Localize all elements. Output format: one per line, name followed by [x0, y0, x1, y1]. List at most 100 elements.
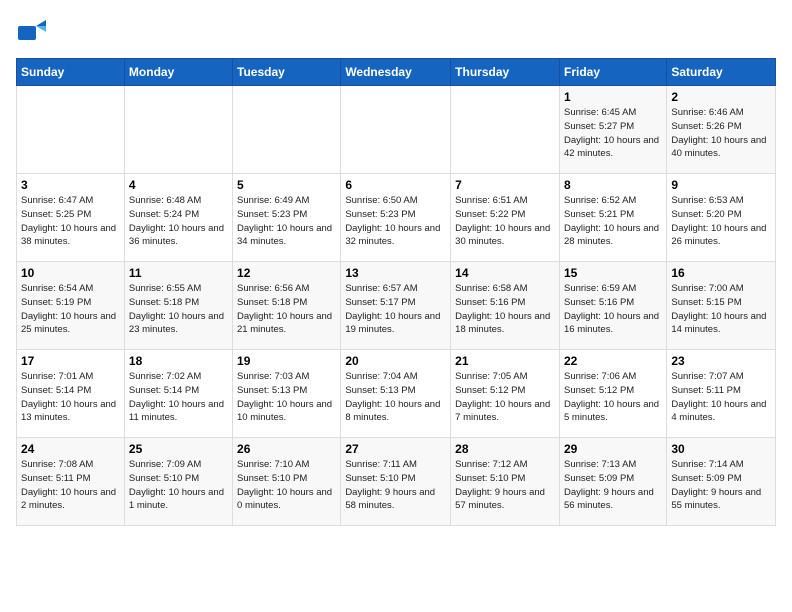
- weekday-header-row: SundayMondayTuesdayWednesdayThursdayFrid…: [17, 59, 776, 86]
- day-number: 12: [237, 266, 336, 280]
- calendar-cell: 6 Sunrise: 6:50 AM Sunset: 5:23 PM Daylig…: [341, 174, 451, 262]
- calendar-cell: 20Sunrise: 7:04 AM Sunset: 5:13 PM Dayli…: [341, 350, 451, 438]
- weekday-header-friday: Friday: [559, 59, 666, 86]
- weekday-header-wednesday: Wednesday: [341, 59, 451, 86]
- day-info: Sunrise: 6:59 AM Sunset: 5:16 PM Dayligh…: [564, 282, 662, 337]
- day-info: Sunrise: 7:12 AM Sunset: 5:10 PM Dayligh…: [455, 458, 555, 513]
- calendar-cell: 23 Sunrise: 7:07 AM Sunset: 5:11 PM Dayli…: [667, 350, 776, 438]
- logo: [16, 16, 52, 48]
- calendar-cell: 21 Sunrise: 7:05 AM Sunset: 5:12 PM Dayli…: [451, 350, 560, 438]
- calendar-cell: 16Sunrise: 7:00 AM Sunset: 5:15 PM Dayli…: [667, 262, 776, 350]
- day-number: 30: [671, 442, 771, 456]
- day-info: Sunrise: 6:46 AM Sunset: 5:26 PM Dayligh…: [671, 106, 771, 161]
- calendar-week-row: 10 Sunrise: 6:54 AM Sunset: 5:19 PM Dayli…: [17, 262, 776, 350]
- calendar-week-row: 17 Sunrise: 7:01 AM Sunset: 5:14 PM Dayli…: [17, 350, 776, 438]
- day-number: 8: [564, 178, 662, 192]
- day-number: 6: [345, 178, 446, 192]
- calendar-week-row: 1 Sunrise: 6:45 AM Sunset: 5:27 PM Daylig…: [17, 86, 776, 174]
- calendar-cell: 29 Sunrise: 7:13 AM Sunset: 5:09 PM Dayli…: [559, 438, 666, 526]
- day-number: 10: [21, 266, 120, 280]
- day-info: Sunrise: 7:11 AM Sunset: 5:10 PM Dayligh…: [345, 458, 446, 513]
- weekday-header-tuesday: Tuesday: [233, 59, 341, 86]
- calendar-cell: 7 Sunrise: 6:51 AM Sunset: 5:22 PM Daylig…: [451, 174, 560, 262]
- calendar-cell: 13 Sunrise: 6:57 AM Sunset: 5:17 PM Dayli…: [341, 262, 451, 350]
- day-info: Sunrise: 6:58 AM Sunset: 5:16 PM Dayligh…: [455, 282, 555, 337]
- calendar-cell: 14 Sunrise: 6:58 AM Sunset: 5:16 PM Dayli…: [451, 262, 560, 350]
- day-number: 21: [455, 354, 555, 368]
- day-info: Sunrise: 7:06 AM Sunset: 5:12 PM Dayligh…: [564, 370, 662, 425]
- day-info: Sunrise: 6:50 AM Sunset: 5:23 PM Dayligh…: [345, 194, 446, 249]
- day-info: Sunrise: 7:14 AM Sunset: 5:09 PM Dayligh…: [671, 458, 771, 513]
- day-info: Sunrise: 7:08 AM Sunset: 5:11 PM Dayligh…: [21, 458, 120, 513]
- day-info: Sunrise: 6:57 AM Sunset: 5:17 PM Dayligh…: [345, 282, 446, 337]
- day-number: 27: [345, 442, 446, 456]
- calendar-cell: 1 Sunrise: 6:45 AM Sunset: 5:27 PM Daylig…: [559, 86, 666, 174]
- day-info: Sunrise: 6:56 AM Sunset: 5:18 PM Dayligh…: [237, 282, 336, 337]
- day-number: 9: [671, 178, 771, 192]
- day-number: 2: [671, 90, 771, 104]
- day-info: Sunrise: 7:13 AM Sunset: 5:09 PM Dayligh…: [564, 458, 662, 513]
- weekday-header-saturday: Saturday: [667, 59, 776, 86]
- calendar-cell: 3 Sunrise: 6:47 AM Sunset: 5:25 PM Daylig…: [17, 174, 125, 262]
- calendar-week-row: 3 Sunrise: 6:47 AM Sunset: 5:25 PM Daylig…: [17, 174, 776, 262]
- day-number: 7: [455, 178, 555, 192]
- calendar-cell: 17 Sunrise: 7:01 AM Sunset: 5:14 PM Dayli…: [17, 350, 125, 438]
- day-number: 1: [564, 90, 662, 104]
- day-info: Sunrise: 6:45 AM Sunset: 5:27 PM Dayligh…: [564, 106, 662, 161]
- day-number: 18: [129, 354, 228, 368]
- day-info: Sunrise: 6:51 AM Sunset: 5:22 PM Dayligh…: [455, 194, 555, 249]
- day-number: 19: [237, 354, 336, 368]
- weekday-header-monday: Monday: [124, 59, 232, 86]
- calendar-cell: 11 Sunrise: 6:55 AM Sunset: 5:18 PM Dayli…: [124, 262, 232, 350]
- day-info: Sunrise: 6:52 AM Sunset: 5:21 PM Dayligh…: [564, 194, 662, 249]
- day-number: 13: [345, 266, 446, 280]
- day-info: Sunrise: 6:55 AM Sunset: 5:18 PM Dayligh…: [129, 282, 228, 337]
- calendar-cell: [124, 86, 232, 174]
- calendar-cell: [451, 86, 560, 174]
- calendar-cell: 30 Sunrise: 7:14 AM Sunset: 5:09 PM Dayli…: [667, 438, 776, 526]
- day-info: Sunrise: 7:02 AM Sunset: 5:14 PM Dayligh…: [129, 370, 228, 425]
- weekday-header-thursday: Thursday: [451, 59, 560, 86]
- day-number: 11: [129, 266, 228, 280]
- day-number: 22: [564, 354, 662, 368]
- calendar-week-row: 24Sunrise: 7:08 AM Sunset: 5:11 PM Dayli…: [17, 438, 776, 526]
- day-number: 28: [455, 442, 555, 456]
- day-info: Sunrise: 6:53 AM Sunset: 5:20 PM Dayligh…: [671, 194, 771, 249]
- calendar-cell: 22 Sunrise: 7:06 AM Sunset: 5:12 PM Dayli…: [559, 350, 666, 438]
- day-number: 5: [237, 178, 336, 192]
- calendar-cell: 4Sunrise: 6:48 AM Sunset: 5:24 PM Daylig…: [124, 174, 232, 262]
- calendar-cell: 15 Sunrise: 6:59 AM Sunset: 5:16 PM Dayli…: [559, 262, 666, 350]
- calendar-cell: 28 Sunrise: 7:12 AM Sunset: 5:10 PM Dayli…: [451, 438, 560, 526]
- day-number: 14: [455, 266, 555, 280]
- day-number: 26: [237, 442, 336, 456]
- day-info: Sunrise: 6:49 AM Sunset: 5:23 PM Dayligh…: [237, 194, 336, 249]
- day-info: Sunrise: 7:03 AM Sunset: 5:13 PM Dayligh…: [237, 370, 336, 425]
- day-number: 15: [564, 266, 662, 280]
- day-number: 17: [21, 354, 120, 368]
- calendar-cell: [233, 86, 341, 174]
- logo-icon: [16, 16, 48, 48]
- day-number: 29: [564, 442, 662, 456]
- day-info: Sunrise: 6:54 AM Sunset: 5:19 PM Dayligh…: [21, 282, 120, 337]
- day-info: Sunrise: 7:01 AM Sunset: 5:14 PM Dayligh…: [21, 370, 120, 425]
- calendar-cell: 8 Sunrise: 6:52 AM Sunset: 5:21 PM Daylig…: [559, 174, 666, 262]
- day-number: 20: [345, 354, 446, 368]
- page: SundayMondayTuesdayWednesdayThursdayFrid…: [0, 0, 792, 542]
- day-info: Sunrise: 7:05 AM Sunset: 5:12 PM Dayligh…: [455, 370, 555, 425]
- header: [16, 16, 776, 48]
- day-number: 16: [671, 266, 771, 280]
- calendar-cell: 18 Sunrise: 7:02 AM Sunset: 5:14 PM Dayli…: [124, 350, 232, 438]
- day-info: Sunrise: 7:07 AM Sunset: 5:11 PM Dayligh…: [671, 370, 771, 425]
- day-info: Sunrise: 6:47 AM Sunset: 5:25 PM Dayligh…: [21, 194, 120, 249]
- day-number: 23: [671, 354, 771, 368]
- day-info: Sunrise: 7:10 AM Sunset: 5:10 PM Dayligh…: [237, 458, 336, 513]
- calendar-cell: 19 Sunrise: 7:03 AM Sunset: 5:13 PM Dayli…: [233, 350, 341, 438]
- calendar-cell: 2 Sunrise: 6:46 AM Sunset: 5:26 PM Daylig…: [667, 86, 776, 174]
- day-info: Sunrise: 7:09 AM Sunset: 5:10 PM Dayligh…: [129, 458, 228, 513]
- calendar-cell: [341, 86, 451, 174]
- weekday-header-sunday: Sunday: [17, 59, 125, 86]
- day-number: 4: [129, 178, 228, 192]
- day-number: 3: [21, 178, 120, 192]
- day-number: 25: [129, 442, 228, 456]
- calendar-cell: 10 Sunrise: 6:54 AM Sunset: 5:19 PM Dayli…: [17, 262, 125, 350]
